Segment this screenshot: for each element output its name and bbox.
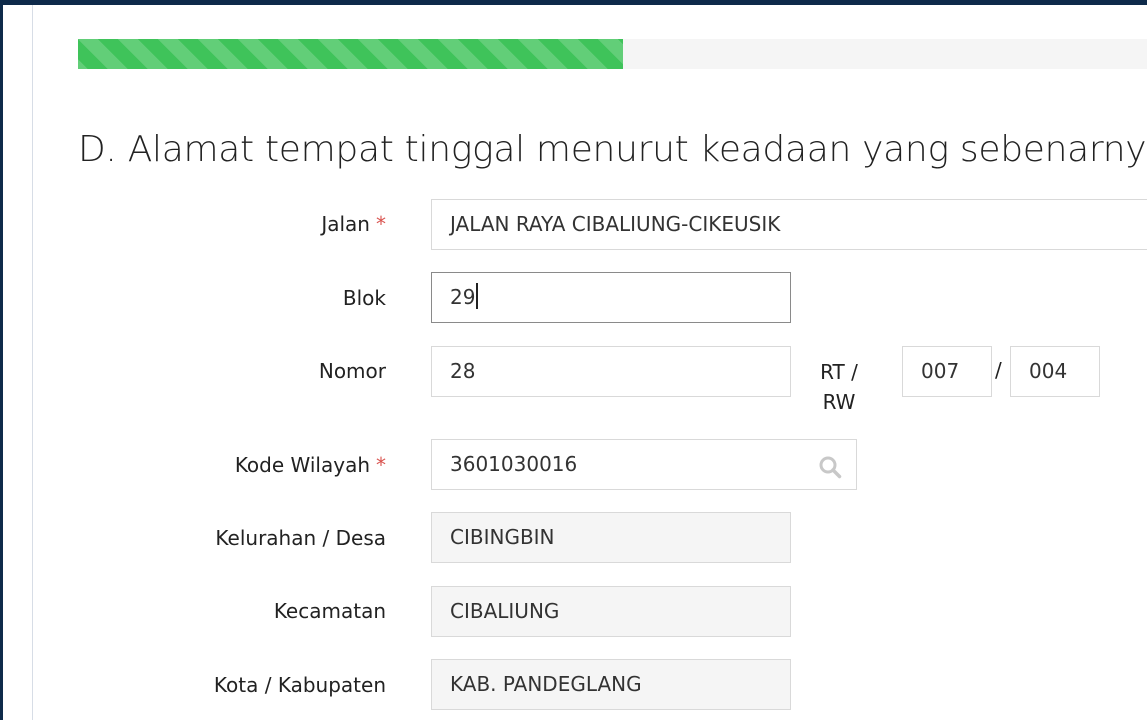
rt-rw-separator: / (995, 358, 1002, 382)
jalan-label-text: Jalan (321, 212, 370, 236)
section-title: D. Alamat tempat tinggal menurut keadaan… (78, 129, 1147, 170)
nomor-label: Nomor (318, 359, 386, 383)
content-left-rule (32, 5, 33, 720)
required-marker: * (376, 453, 386, 477)
left-window-edge (0, 0, 3, 720)
rt-input[interactable]: 007 (902, 346, 992, 397)
top-window-bar (0, 0, 1147, 5)
progress-bar (78, 39, 1147, 69)
blok-input[interactable]: 29 (431, 272, 791, 323)
kelurahan-field: CIBINGBIN (431, 512, 791, 563)
text-caret (476, 283, 479, 309)
jalan-label: Jalan * (321, 211, 386, 237)
rw-label: RW (822, 390, 856, 414)
kecamatan-label: Kecamatan (273, 599, 386, 623)
kode-wilayah-label-text: Kode Wilayah (234, 453, 370, 477)
kelurahan-label: Kelurahan / Desa (215, 526, 386, 550)
progress-bar-fill (78, 39, 624, 69)
blok-label: Blok (342, 286, 386, 310)
kecamatan-field: CIBALIUNG (431, 586, 791, 637)
jalan-input[interactable]: JALAN RAYA CIBALIUNG-CIKEUSIK (431, 199, 1147, 250)
nomor-input[interactable]: 28 (431, 346, 791, 397)
kota-label: Kota / Kabupaten (213, 673, 386, 697)
kode-wilayah-input[interactable]: 3601030016 (431, 439, 857, 490)
required-marker: * (376, 212, 386, 236)
rw-input[interactable]: 004 (1010, 346, 1100, 397)
kode-wilayah-label: Kode Wilayah * (235, 452, 386, 478)
search-icon[interactable] (818, 455, 842, 479)
rt-rw-label: RT / RW (808, 357, 870, 417)
blok-input-value: 29 (450, 285, 476, 309)
rt-label: RT / (820, 360, 858, 384)
kota-field: KAB. PANDEGLANG (431, 659, 791, 710)
